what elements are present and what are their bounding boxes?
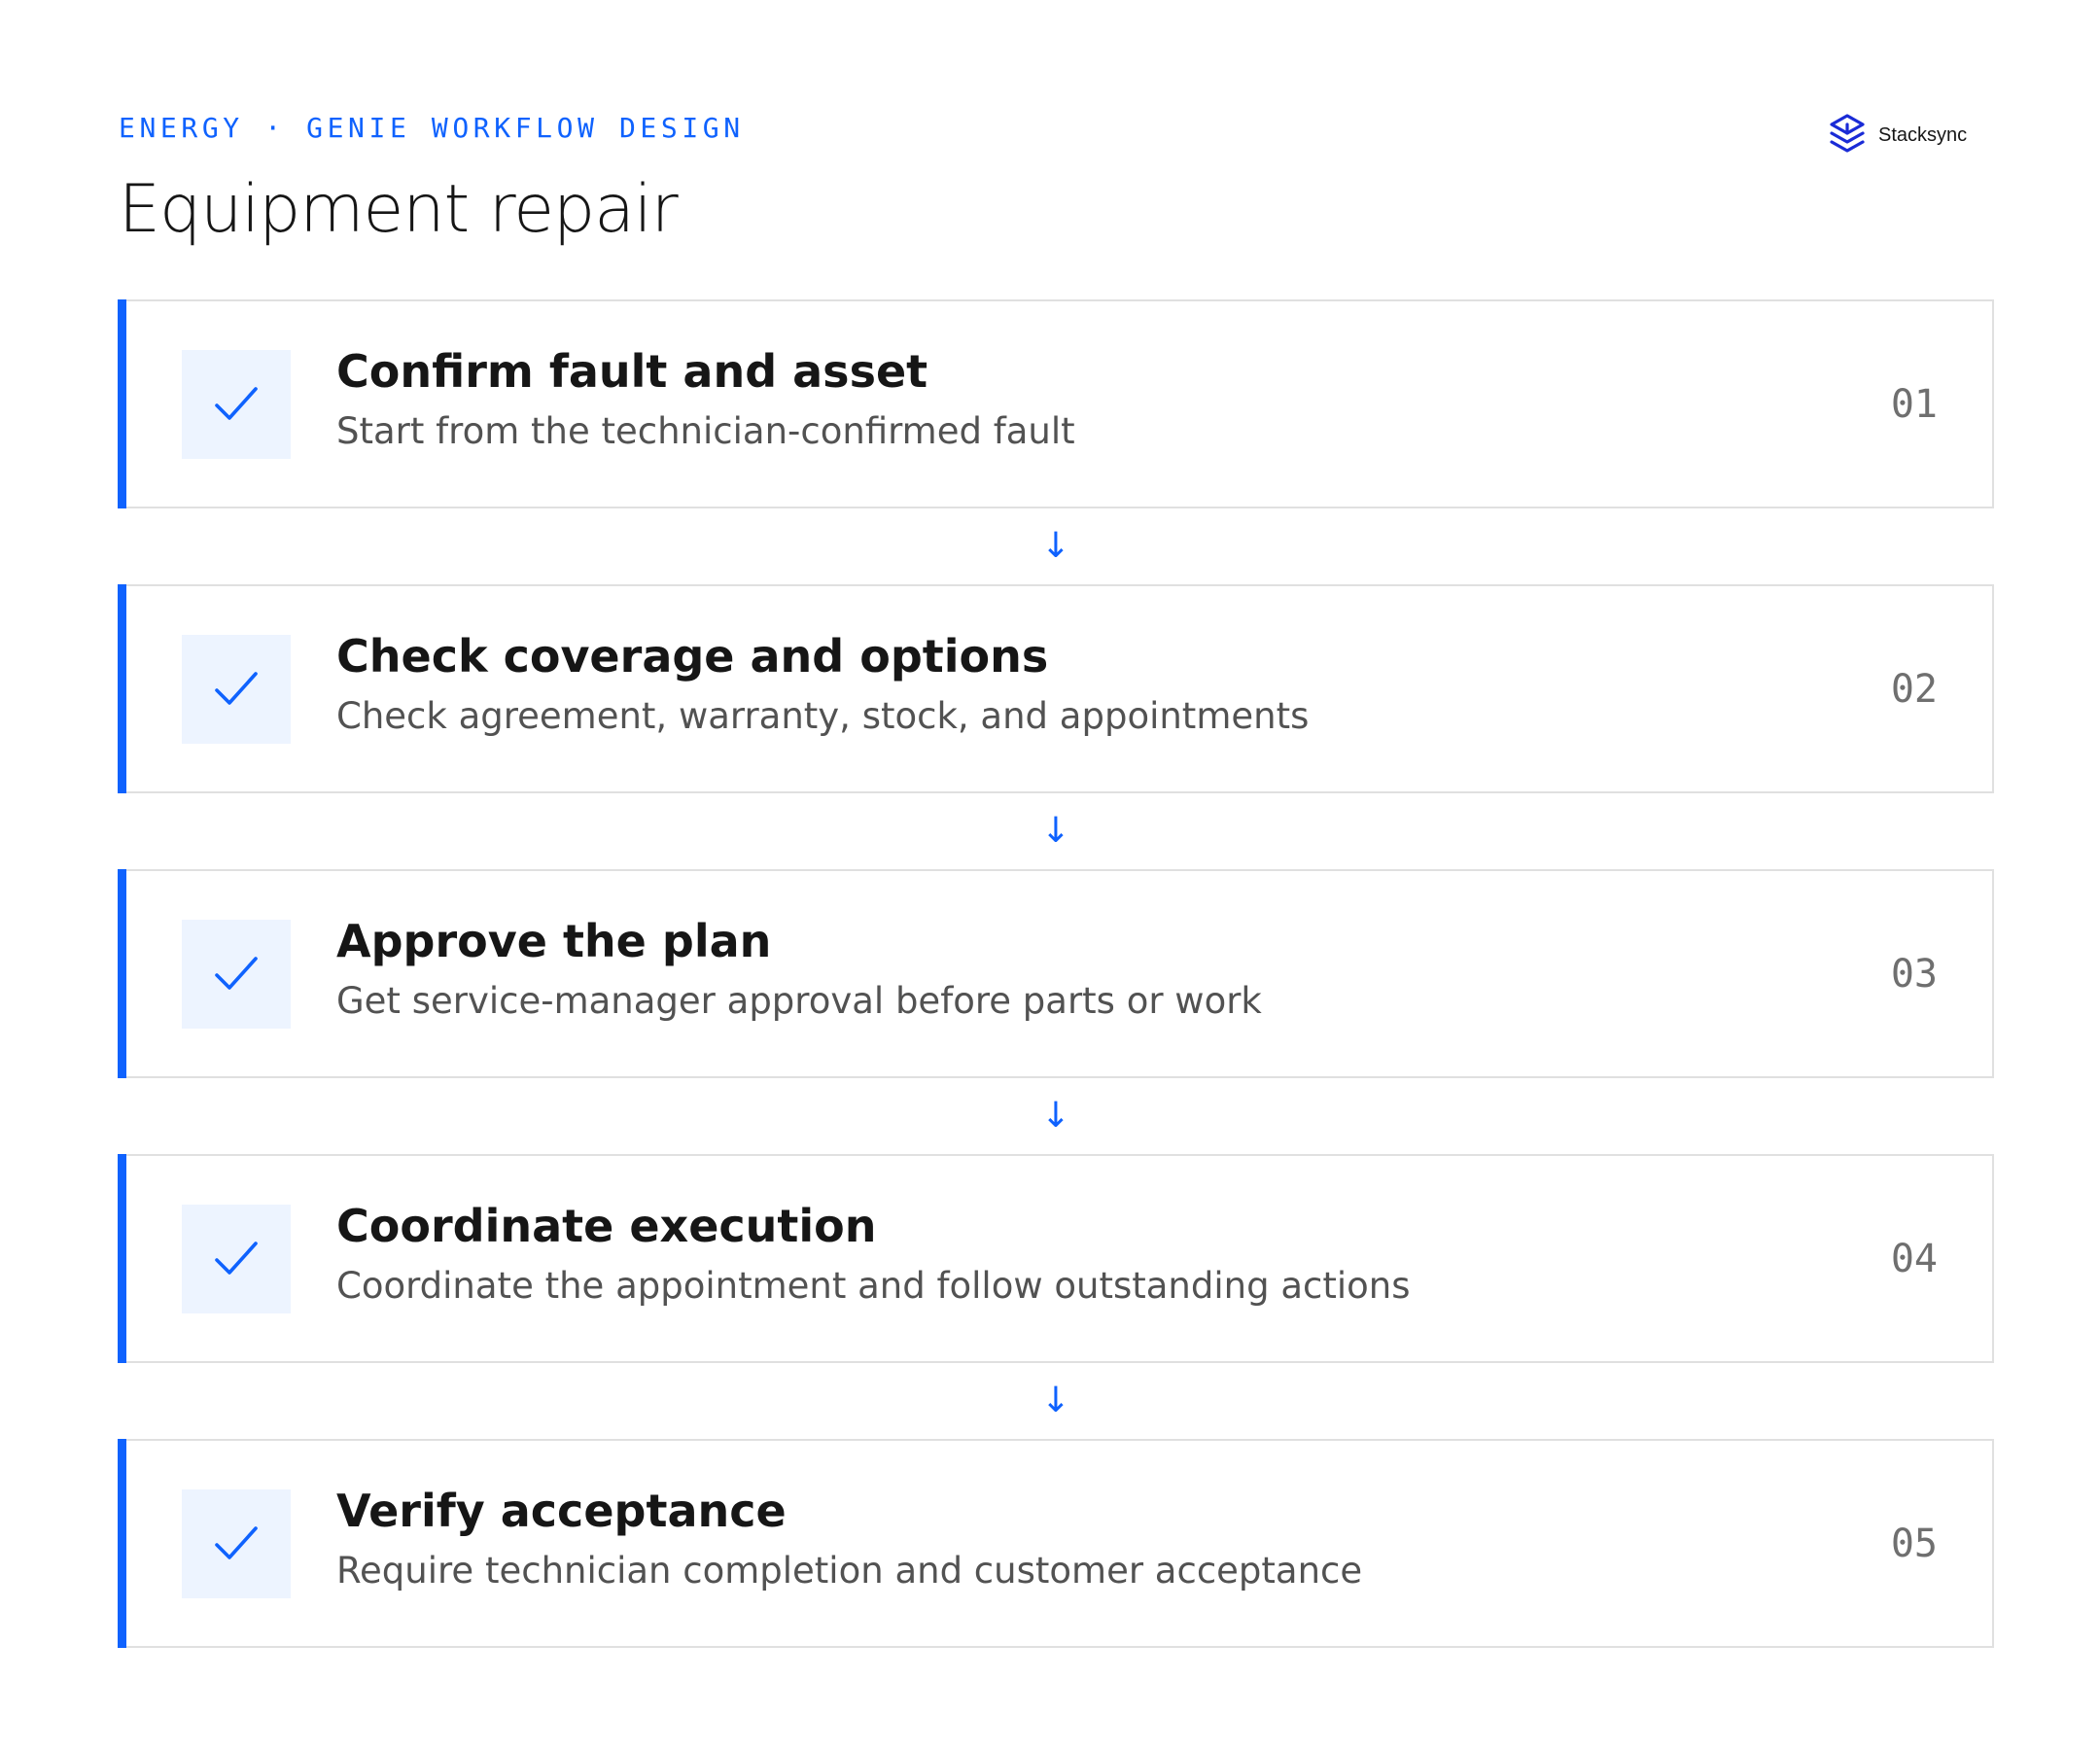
step-number: 01 <box>1890 382 1938 427</box>
workflow-step: Check coverage and options Check agreeme… <box>118 584 1994 793</box>
stacksync-logo-icon <box>1830 114 1865 153</box>
arrow-down-icon: ↓ <box>1040 1381 1071 1420</box>
page-title: Equipment repair <box>119 171 679 248</box>
check-badge <box>182 1205 291 1313</box>
checkmark-icon <box>215 387 258 420</box>
step-title: Check coverage and options <box>336 630 1049 682</box>
workflow-step: Approve the plan Get service-manager app… <box>118 869 1994 1078</box>
step-number: 05 <box>1890 1522 1938 1566</box>
checkmark-icon <box>215 957 258 990</box>
workflow-step: Coordinate execution Coordinate the appo… <box>118 1154 1994 1363</box>
step-text: Verify acceptance Require technician com… <box>336 1482 1798 1596</box>
eyebrow-label: ENERGY · GENIE WORKFLOW DESIGN <box>119 112 745 144</box>
step-text: Confirm fault and asset Start from the t… <box>336 342 1798 457</box>
step-connector: ↓ <box>118 508 1994 584</box>
arrow-down-icon: ↓ <box>1040 526 1071 566</box>
step-connector: ↓ <box>118 1078 1994 1154</box>
step-number: 04 <box>1890 1237 1938 1281</box>
arrow-down-icon: ↓ <box>1040 811 1071 851</box>
step-description: Coordinate the appointment and follow ou… <box>336 1265 1411 1307</box>
step-title: Coordinate execution <box>336 1200 877 1252</box>
step-connector: ↓ <box>118 1363 1994 1439</box>
step-description: Require technician completion and custom… <box>336 1550 1363 1592</box>
step-title: Confirm fault and asset <box>336 345 928 398</box>
workflow-steps: Confirm fault and asset Start from the t… <box>118 299 1994 1648</box>
step-title: Verify acceptance <box>336 1485 787 1537</box>
step-description: Check agreement, warranty, stock, and ap… <box>336 695 1310 737</box>
check-badge <box>182 1489 291 1598</box>
step-number: 02 <box>1890 667 1938 712</box>
brand-logo: Stacksync <box>1826 112 1967 158</box>
step-description: Get service-manager approval before part… <box>336 980 1262 1022</box>
check-badge <box>182 635 291 744</box>
step-text: Check coverage and options Check agreeme… <box>336 627 1798 742</box>
workflow-step: Verify acceptance Require technician com… <box>118 1439 1994 1648</box>
page-header: ENERGY · GENIE WORKFLOW DESIGN Equipment… <box>119 109 1995 251</box>
arrow-down-icon: ↓ <box>1040 1096 1071 1136</box>
step-number: 03 <box>1890 952 1938 997</box>
step-text: Coordinate execution Coordinate the appo… <box>336 1197 1798 1312</box>
check-badge <box>182 350 291 459</box>
check-badge <box>182 920 291 1029</box>
checkmark-icon <box>215 1242 258 1275</box>
step-text: Approve the plan Get service-manager app… <box>336 912 1798 1027</box>
step-description: Start from the technician-confirmed faul… <box>336 410 1075 452</box>
step-title: Approve the plan <box>336 915 772 967</box>
step-connector: ↓ <box>118 793 1994 869</box>
checkmark-icon <box>215 1526 258 1559</box>
workflow-step: Confirm fault and asset Start from the t… <box>118 299 1994 508</box>
checkmark-icon <box>215 672 258 705</box>
brand-name: Stacksync <box>1878 124 1968 146</box>
